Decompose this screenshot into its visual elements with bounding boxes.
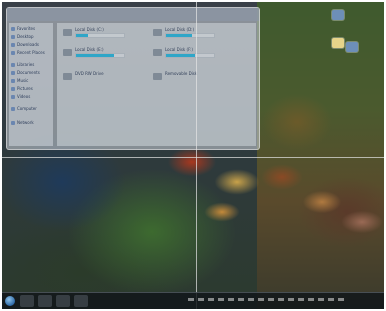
hard-drive-icon [63,49,72,56]
crosshair-horizontal [2,157,384,158]
library-icon [11,63,15,67]
hard-drive-icon [63,29,72,36]
window-titlebar[interactable] [7,8,259,21]
explorer-window[interactable]: Favorites Desktop Downloads Recent Place… [6,7,260,150]
drive-item[interactable]: DVD RW Drive [63,71,133,85]
drive-item[interactable]: Local Disk (C:) [63,27,133,41]
usage-fill [76,54,115,57]
sidebar-item-recent[interactable]: Recent Places [11,49,51,56]
network-icon [11,121,15,125]
taskbar [2,292,384,309]
drive-list: Local Disk (C:) Local Disk (D:) Local Di… [57,23,256,146]
sidebar-item-downloads[interactable]: Downloads [11,41,51,48]
sidebar-item-computer[interactable]: Computer [11,105,51,112]
sidebar-item-music[interactable]: Music [11,77,51,84]
usage-fill [166,34,193,37]
usage-bar [165,53,215,58]
sidebar-item-pictures[interactable]: Pictures [11,85,51,92]
usage-fill [76,34,88,37]
drive-item[interactable]: Local Disk (E:) [63,47,133,61]
taskbar-button[interactable] [56,295,70,307]
crosshair-vertical [196,2,197,309]
desktop-icon [11,35,15,39]
clock-icon [11,51,15,55]
usage-bar [165,33,215,38]
hard-drive-icon [153,29,162,36]
removable-disk-icon [153,73,162,80]
video-icon [11,95,15,99]
drive-item[interactable]: Local Disk (F:) [153,47,223,61]
dvd-drive-icon [63,73,72,80]
drive-item[interactable]: Local Disk (D:) [153,27,223,41]
desktop-icon-recycle[interactable] [332,10,344,20]
sidebar-item-libraries[interactable]: Libraries [11,61,51,68]
navigation-pane: Favorites Desktop Downloads Recent Place… [9,23,53,146]
usage-bar [75,53,125,58]
desktop-icon-file[interactable] [332,38,344,48]
sidebar-item-documents[interactable]: Documents [11,69,51,76]
computer-icon [11,107,15,111]
taskbar-button[interactable] [20,295,34,307]
tray-icons[interactable] [188,298,348,301]
usage-bar [75,33,125,38]
picture-icon [11,87,15,91]
document-icon [11,71,15,75]
hard-drive-icon [153,49,162,56]
desktop: Favorites Desktop Downloads Recent Place… [2,2,384,309]
windows-orb-icon[interactable] [5,296,15,306]
music-icon [11,79,15,83]
usage-fill [166,54,195,57]
sidebar-item-desktop[interactable]: Desktop [11,33,51,40]
sidebar-item-favorites[interactable]: Favorites [11,25,51,32]
taskbar-button[interactable] [74,295,88,307]
desktop-icon-folder[interactable] [346,42,358,52]
download-icon [11,43,15,47]
drive-item[interactable]: Removable Disk [153,71,223,85]
taskbar-button[interactable] [38,295,52,307]
sidebar-item-videos[interactable]: Videos [11,93,51,100]
star-icon [11,27,15,31]
sidebar-item-network[interactable]: Network [11,119,51,126]
